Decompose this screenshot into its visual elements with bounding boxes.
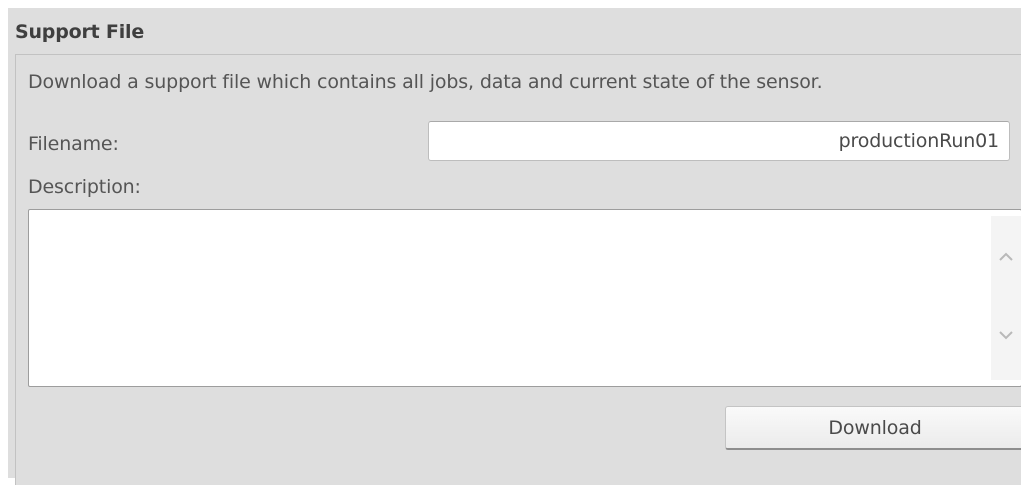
support-file-section: Support File Download a support file whi… [8,8,1021,485]
filename-input[interactable] [428,121,1010,161]
support-file-panel: Download a support file which contains a… [15,54,1021,485]
chevron-down-icon[interactable] [995,324,1017,346]
chevron-up-icon[interactable] [995,246,1017,268]
intro-text: Download a support file which contains a… [28,71,823,93]
download-button[interactable]: Download [725,406,1021,450]
description-scrollbar[interactable] [991,216,1021,380]
filename-label: Filename: [28,133,119,155]
section-title: Support File [15,21,145,43]
description-textarea[interactable] [28,209,1021,387]
description-label: Description: [28,176,141,198]
